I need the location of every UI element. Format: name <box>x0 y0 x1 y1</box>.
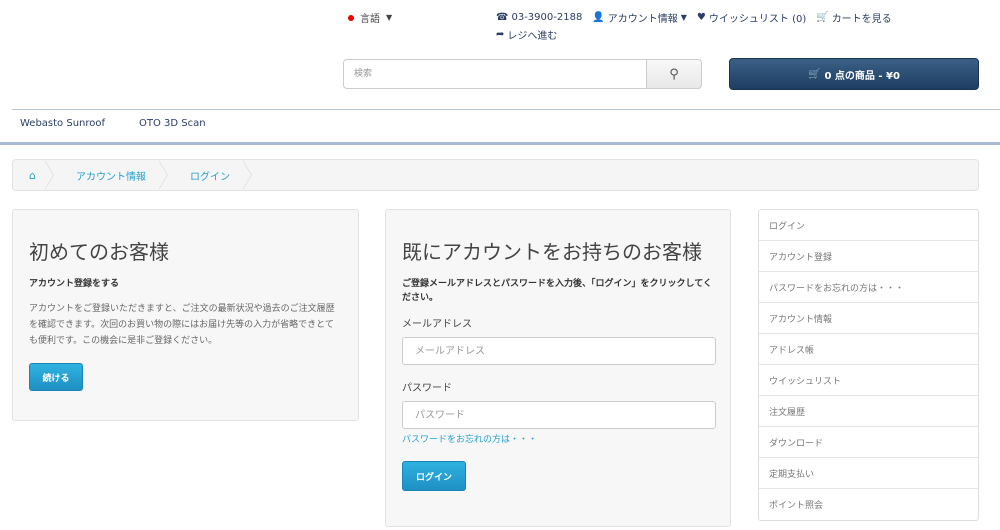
sidebar-item-register[interactable]: アカウント登録 <box>759 241 978 272</box>
share-icon: ➦ <box>496 28 505 40</box>
search-button[interactable]: ⚲ <box>647 59 702 89</box>
new-customer-panel: 初めてのお客様 アカウント登録をする アカウントをご登録いただきますと、ご注文の… <box>12 209 359 421</box>
search-bar: ⚲ <box>343 59 702 89</box>
search-input[interactable] <box>343 59 647 89</box>
password-field[interactable] <box>402 401 716 429</box>
nav-item-oto[interactable]: OTO 3D Scan <box>139 118 206 129</box>
sidebar-item-account[interactable]: アカウント情報 <box>759 303 978 334</box>
cart-summary: 0 点の商品 - ¥0 <box>824 70 900 82</box>
cart-link-text: カートを見る <box>831 13 892 25</box>
breadcrumb-account[interactable]: アカウント情報 <box>54 160 168 190</box>
breadcrumb: ⌂ アカウント情報 ログイン <box>12 159 979 191</box>
new-customer-text: アカウントをご登録いただきますと、ご注文の最新状況や過去のご注文履歴を確認できま… <box>29 304 335 346</box>
sidebar-item-address-book[interactable]: アドレス帳 <box>759 334 978 365</box>
account-menu[interactable]: 👤 アカウント情報 ▼ <box>592 10 687 25</box>
sidebar-item-downloads[interactable]: ダウンロード <box>759 427 978 458</box>
returning-customer-title: 既にアカウントをお持ちのお客様 <box>402 240 702 264</box>
checkout-link[interactable]: ➦ レジへ進む <box>496 27 557 42</box>
phone-text: 03-3900-2188 <box>511 11 583 23</box>
returning-customer-subtitle: ご登録メールアドレスとパスワードを入力後、「ログイン」をクリックしてください。 <box>402 279 712 303</box>
sidebar-item-recurring[interactable]: 定期支払い <box>759 458 978 489</box>
top-links: ☎ 03-3900-2188 👤 アカウント情報 ▼ ♥ ウイッシュリスト (0… <box>496 10 916 42</box>
sidebar-item-order-history[interactable]: 注文履歴 <box>759 396 978 427</box>
home-icon: ⌂ <box>29 168 36 182</box>
user-icon: 👤 <box>592 11 605 23</box>
cart-button[interactable]: 🛒 0 点の商品 - ¥0 <box>729 58 979 90</box>
sidebar-item-forgot-password[interactable]: パスワードをお忘れの方は・・・ <box>759 272 978 303</box>
search-icon: ⚲ <box>669 66 679 82</box>
account-text: アカウント情報 <box>607 13 678 25</box>
sidebar-item-wishlist[interactable]: ウイッシュリスト <box>759 365 978 396</box>
language-label: 言語 <box>360 14 380 25</box>
caret-down-icon: ▼ <box>680 12 687 22</box>
cart-link[interactable]: 🛒 カートを見る <box>816 10 891 25</box>
checkout-text: レジへ進む <box>507 30 558 42</box>
main-nav: Webasto Sunroof OTO 3D Scan <box>20 118 206 129</box>
phone-icon: ☎ <box>496 11 509 23</box>
forgot-password-link[interactable]: パスワードをお忘れの方は・・・ <box>402 432 714 445</box>
new-customer-subtitle: アカウント登録をする <box>29 279 120 289</box>
nav-bottom-border <box>0 142 1000 145</box>
caret-down-icon: ▼ <box>386 13 393 22</box>
password-label: パスワード <box>402 383 452 394</box>
cart-icon: 🛒 <box>816 11 829 23</box>
flag-icon <box>348 14 354 21</box>
language-selector[interactable]: 言語 ▼ <box>348 10 392 25</box>
nav-divider <box>12 109 1000 110</box>
sidebar-item-points[interactable]: ポイント照会 <box>759 489 978 520</box>
breadcrumb-login[interactable]: ログイン <box>168 160 252 190</box>
phone-link[interactable]: ☎ 03-3900-2188 <box>496 12 582 23</box>
login-button[interactable]: ログイン <box>402 461 466 491</box>
new-customer-title: 初めてのお客様 <box>29 240 169 264</box>
wishlist-link[interactable]: ♥ ウイッシュリスト (0) <box>697 10 806 25</box>
wishlist-text: ウイッシュリスト (0) <box>708 13 807 25</box>
email-label: メールアドレス <box>402 319 472 330</box>
returning-customer-panel: 既にアカウントをお持ちのお客様 ご登録メールアドレスとパスワードを入力後、「ログ… <box>385 209 731 527</box>
account-sidebar: ログイン アカウント登録 パスワードをお忘れの方は・・・ アカウント情報 アドレ… <box>758 209 979 521</box>
heart-icon: ♥ <box>696 11 706 23</box>
breadcrumb-home[interactable]: ⌂ <box>13 160 54 190</box>
continue-button[interactable]: 続ける <box>29 363 83 391</box>
sidebar-item-login[interactable]: ログイン <box>759 210 978 241</box>
email-field[interactable] <box>402 337 716 365</box>
cart-icon: 🛒 <box>808 68 821 80</box>
nav-item-webasto[interactable]: Webasto Sunroof <box>20 118 105 129</box>
